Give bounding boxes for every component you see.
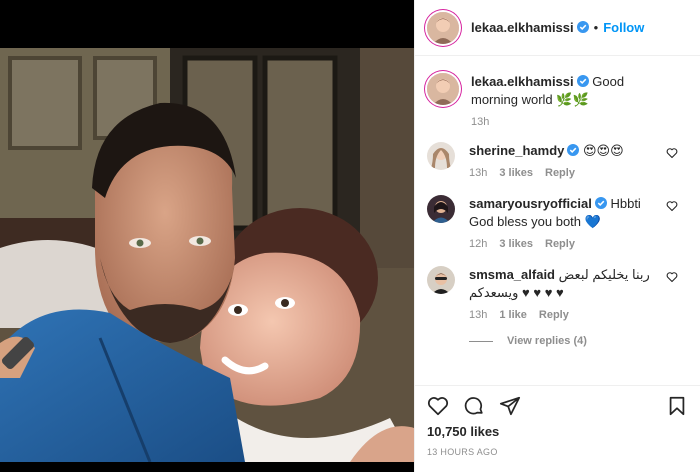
caption-body: lekaa.elkhamissi Good morning world 🌿🌿 1… — [471, 73, 688, 128]
post-header: lekaa.elkhamissi • Follow — [415, 0, 700, 56]
comment-likes[interactable]: 3 likes — [499, 167, 533, 179]
comment-body: smsma_alfaid ربنا يخليكم لبعض ويسعدكم ♥ … — [469, 266, 688, 321]
heart-icon[interactable] — [666, 147, 678, 159]
reply-button[interactable]: Reply — [545, 167, 575, 179]
caption: lekaa.elkhamissi Good morning world 🌿🌿 1… — [427, 73, 688, 128]
comment-text: sherine_hamdy 😍😍😍 — [469, 142, 666, 160]
verified-icon — [576, 75, 589, 87]
heart-icon[interactable] — [427, 395, 449, 417]
separator-dot: • — [593, 20, 599, 35]
share-icon[interactable] — [499, 395, 521, 417]
comment-time[interactable]: 13h — [469, 309, 487, 321]
comment-row: sherine_hamdy 😍😍😍 13h 3 likes Reply — [427, 142, 688, 179]
verified-icon — [576, 21, 589, 33]
follow-button[interactable]: Follow — [603, 20, 644, 35]
verified-icon — [594, 197, 607, 209]
view-replies-button[interactable]: View replies (4) — [469, 335, 688, 347]
caption-avatar[interactable] — [427, 73, 459, 105]
post-photo-image — [0, 48, 414, 462]
post-timestamp[interactable]: 13 HOURS AGO — [415, 447, 700, 457]
comment-username[interactable]: sherine_hamdy — [469, 143, 564, 158]
reply-button[interactable]: Reply — [545, 238, 575, 250]
comment-row: samaryousryofficial Hbbti God bless you … — [427, 195, 688, 250]
comment-avatar[interactable] — [427, 142, 455, 170]
comment-body: sherine_hamdy 😍😍😍 13h 3 likes Reply — [469, 142, 688, 179]
post-side-panel: lekaa.elkhamissi • Follow lekaa.elkhamis… — [414, 0, 700, 472]
comments-list[interactable]: lekaa.elkhamissi Good morning world 🌿🌿 1… — [415, 57, 700, 385]
author-username[interactable]: lekaa.elkhamissi — [471, 20, 589, 35]
comment-avatar[interactable] — [427, 266, 455, 294]
verified-icon — [567, 144, 580, 156]
comment-text: samaryousryofficial Hbbti God bless you … — [469, 195, 666, 231]
photo-pane — [0, 0, 414, 472]
comment-row: smsma_alfaid ربنا يخليكم لبعض ويسعدكم ♥ … — [427, 266, 688, 321]
caption-time[interactable]: 13h — [471, 116, 489, 128]
comment-username[interactable]: smsma_alfaid — [469, 267, 555, 282]
bookmark-icon[interactable] — [666, 395, 688, 417]
comment-content: 😍😍😍 — [583, 143, 624, 158]
caption-username[interactable]: lekaa.elkhamissi — [471, 74, 574, 89]
likes-count[interactable]: 10,750 likes — [415, 424, 700, 439]
comment-text: smsma_alfaid ربنا يخليكم لبعض ويسعدكم ♥ … — [469, 266, 666, 302]
comment-likes[interactable]: 3 likes — [499, 238, 533, 250]
author-avatar[interactable] — [427, 11, 459, 44]
post-photo[interactable] — [0, 48, 414, 462]
comment-time[interactable]: 13h — [469, 167, 487, 179]
comment-username[interactable]: samaryousryofficial — [469, 196, 592, 211]
heart-icon[interactable] — [666, 200, 678, 212]
view-replies-line — [469, 340, 493, 342]
comment-avatar[interactable] — [427, 195, 455, 223]
caption-text: lekaa.elkhamissi Good morning world 🌿🌿 — [471, 73, 666, 109]
post-actions-section: 10,750 likes 13 HOURS AGO — [415, 385, 700, 457]
action-bar — [415, 386, 700, 426]
comment-time[interactable]: 12h — [469, 238, 487, 250]
comment-icon[interactable] — [463, 395, 485, 417]
caption-meta: 13h — [471, 116, 666, 128]
heart-icon[interactable] — [666, 271, 678, 283]
comment-likes[interactable]: 1 like — [499, 309, 527, 321]
comment-meta: 13h 3 likes Reply — [469, 167, 666, 179]
view-replies-label: View replies (4) — [507, 335, 587, 347]
comment-meta: 13h 1 like Reply — [469, 309, 666, 321]
reply-button[interactable]: Reply — [539, 309, 569, 321]
comment-body: samaryousryofficial Hbbti God bless you … — [469, 195, 688, 250]
comment-meta: 12h 3 likes Reply — [469, 238, 666, 250]
